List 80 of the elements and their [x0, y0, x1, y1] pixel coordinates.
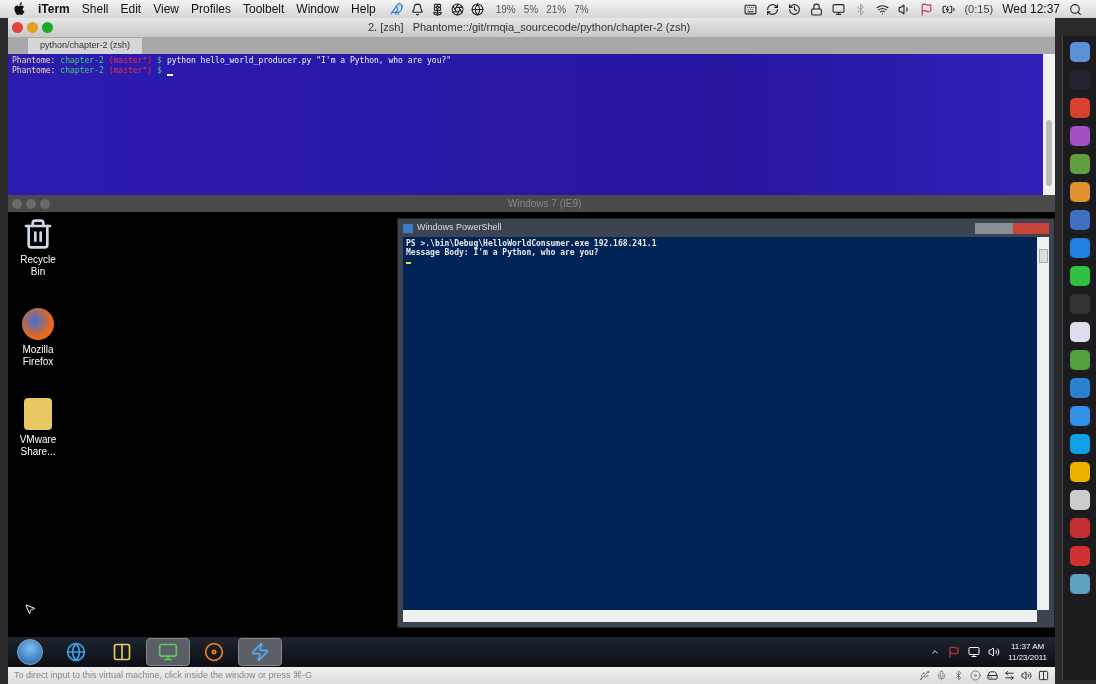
tray-date[interactable]: 11/23/2011	[1008, 652, 1047, 663]
aperture-icon[interactable]	[450, 2, 464, 16]
window-title: 2. [zsh] Phantome::/git/rmqia_sourcecode/python/chapter-2 (zsh)	[368, 20, 691, 36]
console-line: PS >.\bin\Debug\HelloWorldConsumer.exe 192.168.241.1	[406, 239, 658, 248]
globe-icon[interactable]	[470, 2, 484, 16]
meter-reading[interactable]: 5%	[523, 1, 539, 17]
menu-item[interactable]: Profiles	[190, 0, 231, 18]
terminal-text: (master*)	[108, 56, 153, 66]
network-icon[interactable]	[968, 646, 981, 658]
powershell-console[interactable]: PS >.\bin\Debug\HelloWorldConsumer.exe 192.168.241.1 Message Body: I'm a Python, who are you?	[403, 237, 1037, 610]
menu-item[interactable]: View	[153, 0, 179, 18]
meter-reading[interactable]: 7%	[574, 1, 589, 17]
folder-icon	[24, 398, 52, 430]
desktop-icon-label[interactable]: Mozilla Firefox	[13, 344, 63, 368]
terminal-text: $	[157, 66, 162, 76]
menu-item[interactable]: Toolbelt	[243, 0, 285, 18]
terminal-text: (master*)	[108, 66, 153, 76]
close-button[interactable]	[12, 22, 23, 33]
display-icon[interactable]	[1038, 670, 1049, 681]
sync-icon[interactable]	[766, 2, 780, 16]
powershell-title: Windows PowerShell	[417, 221, 502, 235]
bluetooth-icon[interactable]	[953, 670, 964, 681]
minimize-button[interactable]	[975, 222, 995, 234]
show-hidden-icons-icon[interactable]	[930, 647, 941, 657]
microphone-icon[interactable]	[936, 670, 947, 681]
terminal-text: Phantome:	[12, 66, 56, 76]
network-icon[interactable]	[1004, 670, 1015, 681]
flag-icon[interactable]	[920, 2, 934, 16]
horizontal-scrollbar[interactable]	[403, 610, 1037, 622]
flag-icon[interactable]	[948, 646, 961, 658]
window-title: Windows 7 (IE9)	[508, 197, 582, 211]
terminal-text: chapter-2	[60, 66, 104, 76]
terminal-cursor	[166, 74, 173, 76]
terminal-text: chapter-2	[60, 56, 104, 66]
console-cursor	[406, 262, 411, 264]
meter-reading[interactable]: 19%	[495, 1, 516, 17]
mouse-pointer-icon	[24, 603, 36, 615]
flower-icon[interactable]	[430, 2, 444, 16]
folder-panes-icon	[112, 642, 132, 662]
menu-item[interactable]: iTerm	[38, 0, 70, 18]
terminal-text: $	[157, 56, 162, 66]
monitor-icon[interactable]	[832, 2, 846, 16]
desktop-icon-label[interactable]: VMware Share...	[13, 434, 63, 458]
menu-clock[interactable]: Wed 12:37	[1002, 0, 1060, 18]
disc-icon[interactable]	[970, 670, 981, 681]
vm-desktop[interactable]: Recycle Bin Mozilla Firefox VMware Share... Windows PowerShell PS >.\bin\Debug\HelloWorldConsumer.exe 192.168.241.1 Message Body: I'm a Python, who are you? 11:37 AM 11/23/2011	[8, 212, 1055, 667]
menu-item[interactable]: Edit	[120, 0, 142, 18]
volume-icon[interactable]	[988, 646, 1001, 658]
keyboard-icon[interactable]	[744, 2, 758, 16]
terminal-text: python hello_world_producer.py "I'm a Python, who are you?"	[166, 56, 452, 66]
lock-icon[interactable]	[810, 2, 824, 16]
scrollbar[interactable]	[1043, 54, 1055, 195]
console-line: Message Body: I'm a Python, who are you?	[406, 248, 600, 257]
monitor-icon	[158, 642, 178, 662]
terminal-text: Phantome:	[12, 56, 56, 66]
status-text: To direct input to this virtual machine, click inside the window or press ⌘-G	[14, 668, 313, 682]
terminal-tab[interactable]: python/chapter-2 (zsh)	[28, 38, 143, 54]
scrollbar[interactable]	[1037, 237, 1049, 610]
lightning-icon	[250, 642, 270, 662]
menu-item[interactable]: Help	[351, 0, 376, 18]
bell-icon[interactable]	[410, 2, 424, 16]
apple-logo-icon[interactable]	[14, 2, 26, 16]
disc-icon	[204, 642, 224, 662]
powershell-icon	[403, 223, 413, 233]
globe-icon	[22, 308, 54, 340]
meter-reading[interactable]: 21%	[546, 1, 567, 17]
clock-icon[interactable]	[788, 2, 802, 16]
terminal-pane[interactable]: Phantome: chapter-2 (master*) $ python hello_world_producer.py "I'm a Python, who are you?" Phantome: chapter-2 (master*) $	[8, 54, 1043, 195]
wifi-icon[interactable]	[876, 2, 890, 16]
menu-item[interactable]: Window	[296, 0, 340, 18]
battery-time[interactable]: (0:15)	[964, 0, 994, 18]
desktop-icon-label[interactable]: Recycle Bin	[13, 254, 63, 278]
usb-icon[interactable]	[919, 670, 930, 681]
menu-item[interactable]: Shell	[81, 0, 109, 18]
tray-time[interactable]: 11:37 AM	[1010, 641, 1045, 652]
search-icon[interactable]	[1069, 2, 1082, 16]
hard-drive-icon[interactable]	[987, 670, 998, 681]
globe-icon	[66, 642, 86, 662]
recycle-bin-icon	[22, 218, 54, 250]
maximize-button[interactable]	[995, 222, 1013, 234]
